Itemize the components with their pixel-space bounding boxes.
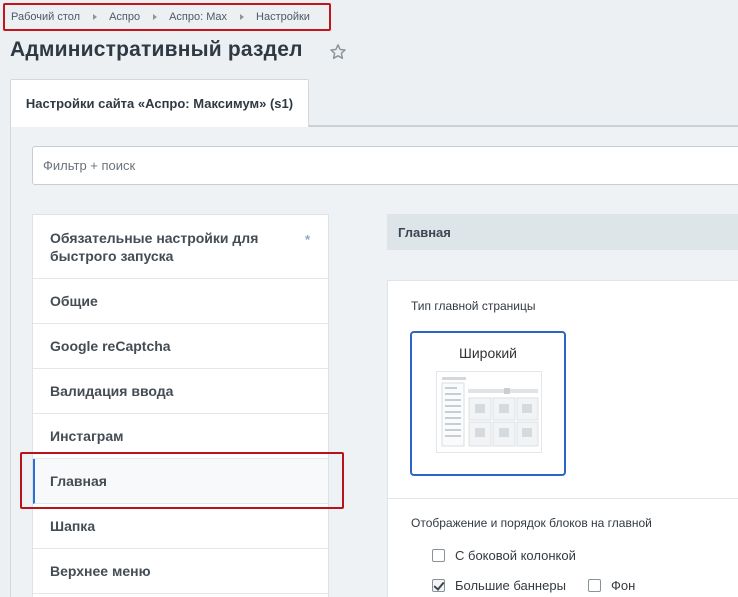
breadcrumb-item-settings[interactable]: Настройки [256,11,310,23]
required-badge: * [304,232,310,247]
checkbox-box[interactable] [432,549,445,562]
checkbox-box[interactable] [588,579,601,592]
menu-item-label: быстрого запуска [50,247,174,264]
homepage-type-option-wide[interactable]: Широкий [410,331,566,476]
blocks-order-label: Отображение и порядок блоков на главной [411,516,652,530]
section-header: Главная [387,214,738,250]
menu-item-required-settings[interactable]: Обязательные настройки для быстрого запу… [33,215,328,279]
breadcrumb-item-aspro[interactable]: Аспро [109,11,140,23]
menu-item-label: Верхнее меню [50,563,151,579]
checkbox-big-banners[interactable]: Большие баннеры [432,578,566,593]
homepage-type-label: Тип главной страницы [411,299,536,313]
checkbox-background[interactable]: Фон [588,578,635,593]
menu-item-label: Общие [50,293,98,309]
settings-menu: Обязательные настройки для быстрого запу… [32,214,329,597]
menu-item-label: Инстаграм [50,428,124,444]
homepage-type-option-label: Широкий [459,345,517,361]
star-icon[interactable] [329,43,347,61]
menu-item-label: Валидация ввода [50,383,174,399]
chevron-right-icon [153,14,158,20]
layout-preview-image [436,371,542,453]
checkbox-label: Большие баннеры [455,578,566,593]
checkbox-label: С боковой колонкой [455,548,576,563]
checkbox-label: Фон [611,578,636,593]
chevron-right-icon [240,14,245,20]
section-divider [388,498,738,499]
page-title: Административный раздел [10,38,303,61]
breadcrumb-item-desktop[interactable]: Рабочий стол [11,11,80,23]
chevron-right-icon [93,14,98,20]
tab-site-settings[interactable]: Настройки сайта «Аспро: Максимум» (s1) [10,79,309,127]
breadcrumb-item-aspro-max[interactable]: Аспро: Max [169,11,227,23]
highlight-annotation [20,452,344,509]
menu-item-label: Шапка [50,518,96,534]
menu-item-top-menu[interactable]: Верхнее меню [33,549,328,594]
menu-item-recaptcha[interactable]: Google reCaptcha [33,324,328,369]
menu-item-input-validation[interactable]: Валидация ввода [33,369,328,414]
menu-item-header[interactable]: Шапка [33,504,328,549]
menu-item-label: Google reCaptcha [50,338,171,354]
menu-item-general[interactable]: Общие [33,279,328,324]
checkbox-box-checked[interactable] [432,579,445,592]
filter-search-input[interactable]: Фильтр + поиск [32,146,738,185]
menu-item-label: Обязательные настройки для [50,229,259,246]
checkbox-side-column[interactable]: С боковой колонкой [432,548,576,563]
breadcrumb: Рабочий стол Аспро Аспро: Max Настройки [3,3,331,31]
